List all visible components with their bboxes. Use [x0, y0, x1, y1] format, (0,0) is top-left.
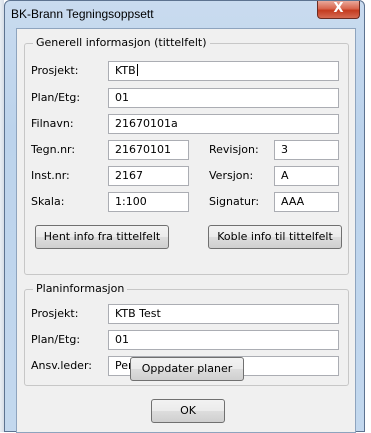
close-button[interactable]: X: [317, 1, 360, 19]
filnavn-label: Filnavn:: [31, 117, 74, 130]
prosjekt-value: KTB: [115, 64, 136, 77]
dialog-client-area: Generell informasjon (tittelfelt) Prosje…: [16, 28, 356, 433]
plan-etg-label: Plan/Etg:: [31, 91, 81, 104]
inst-nr-label: Inst.nr:: [31, 169, 70, 182]
signatur-field[interactable]: AAA: [274, 192, 339, 212]
hent-info-button[interactable]: Hent info fra tittelfelt: [35, 225, 169, 249]
skala-label: Skala:: [31, 195, 65, 208]
revisjon-label: Revisjon:: [209, 143, 259, 156]
plan-prosjekt-label: Prosjekt:: [31, 307, 79, 320]
ok-button[interactable]: OK: [151, 399, 225, 423]
oppdater-planer-button[interactable]: Oppdater planer: [130, 357, 244, 381]
dialog-window: BK-Brann Tegningsoppsett X Generell info…: [4, 0, 365, 433]
window-title: BK-Brann Tegningsoppsett: [11, 7, 154, 21]
plan-plan-etg-field[interactable]: 01: [108, 330, 339, 350]
inst-nr-field[interactable]: 2167: [108, 166, 189, 186]
plan-plan-etg-label: Plan/Etg:: [31, 333, 81, 346]
plan-prosjekt-field[interactable]: KTB Test: [108, 304, 339, 324]
signatur-label: Signatur:: [209, 195, 260, 208]
close-icon: X: [333, 1, 344, 16]
prosjekt-field[interactable]: KTB: [108, 61, 339, 81]
versjon-field[interactable]: A: [274, 166, 339, 186]
plan-info-legend: Planinformasjon: [33, 282, 128, 295]
text-cursor: [136, 64, 138, 76]
filnavn-field[interactable]: 21670101a: [108, 114, 339, 134]
tegn-nr-label: Tegn.nr:: [31, 143, 76, 156]
ansv-leder-label: Ansv.leder:: [31, 359, 92, 372]
prosjekt-label: Prosjekt:: [31, 64, 79, 77]
general-info-group: Generell informasjon (tittelfelt) Prosje…: [24, 36, 349, 275]
revisjon-field[interactable]: 3: [274, 140, 339, 160]
plan-etg-field[interactable]: 01: [108, 88, 339, 108]
skala-field[interactable]: 1:100: [108, 192, 189, 212]
koble-info-button[interactable]: Koble info til tittelfelt: [208, 225, 342, 249]
general-info-legend: Generell informasjon (tittelfelt): [33, 36, 210, 49]
tegn-nr-field[interactable]: 21670101: [108, 140, 189, 160]
versjon-label: Versjon:: [209, 169, 254, 182]
